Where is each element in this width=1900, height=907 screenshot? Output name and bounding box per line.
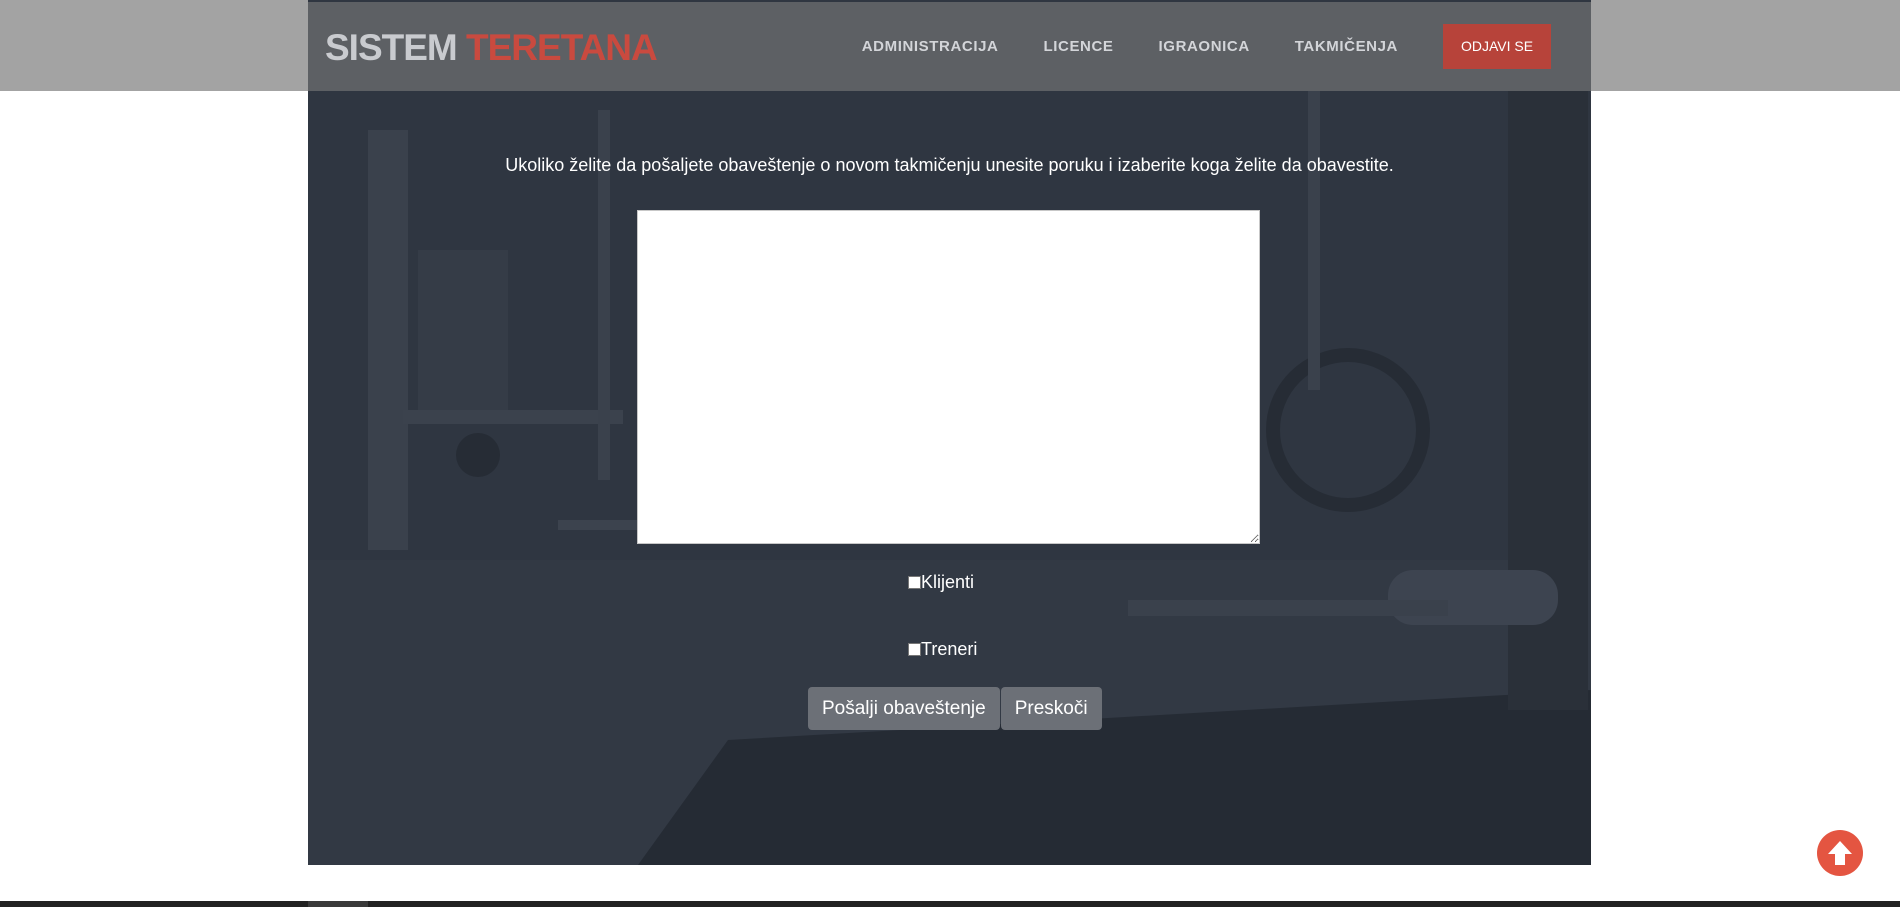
checkbox-treneri-label: Treneri [921,639,978,659]
nav-link-administracija[interactable]: ADMINISTRACIJA [862,38,999,55]
checkbox-klijenti-box[interactable] [908,576,921,589]
checkbox-klijenti-label: Klijenti [921,572,975,592]
logo-text-teretana: TERETANA [466,27,658,68]
checkbox-treneri-box[interactable] [908,643,921,656]
arrow-circle-up-icon [1828,841,1852,865]
main-nav: ADMINISTRACIJA LICENCE IGRAONICA TAKMIČE… [862,2,1591,91]
nav-link-licence[interactable]: LICENCE [1043,38,1113,55]
skip-button[interactable]: Preskoči [1000,687,1102,730]
header: SISTEM TERETANA ADMINISTRACIJA LICENCE I… [308,2,1591,91]
send-notification-button[interactable]: Pošalji obaveštenje [808,687,1000,730]
logo-text-sistem: SISTEM [325,27,458,68]
checkbox-treneri[interactable]: Treneri [908,639,977,660]
bottom-bar [0,901,1900,907]
form-actions: Pošalji obaveštenje Preskoči [808,687,1102,730]
bottom-tab [308,901,368,907]
site-logo[interactable]: SISTEM TERETANA [325,26,658,70]
logout-button[interactable]: ODJAVI SE [1443,23,1551,69]
scroll-to-top-button[interactable] [1817,830,1863,876]
checkbox-klijenti[interactable]: Klijenti [908,572,974,593]
nav-link-takmicenja[interactable]: TAKMIČENJA [1295,38,1398,55]
nav-link-igraonica[interactable]: IGRAONICA [1159,38,1250,55]
message-textarea[interactable] [637,210,1260,544]
notification-prompt: Ukoliko želite da pošaljete obaveštenje … [505,155,1394,175]
